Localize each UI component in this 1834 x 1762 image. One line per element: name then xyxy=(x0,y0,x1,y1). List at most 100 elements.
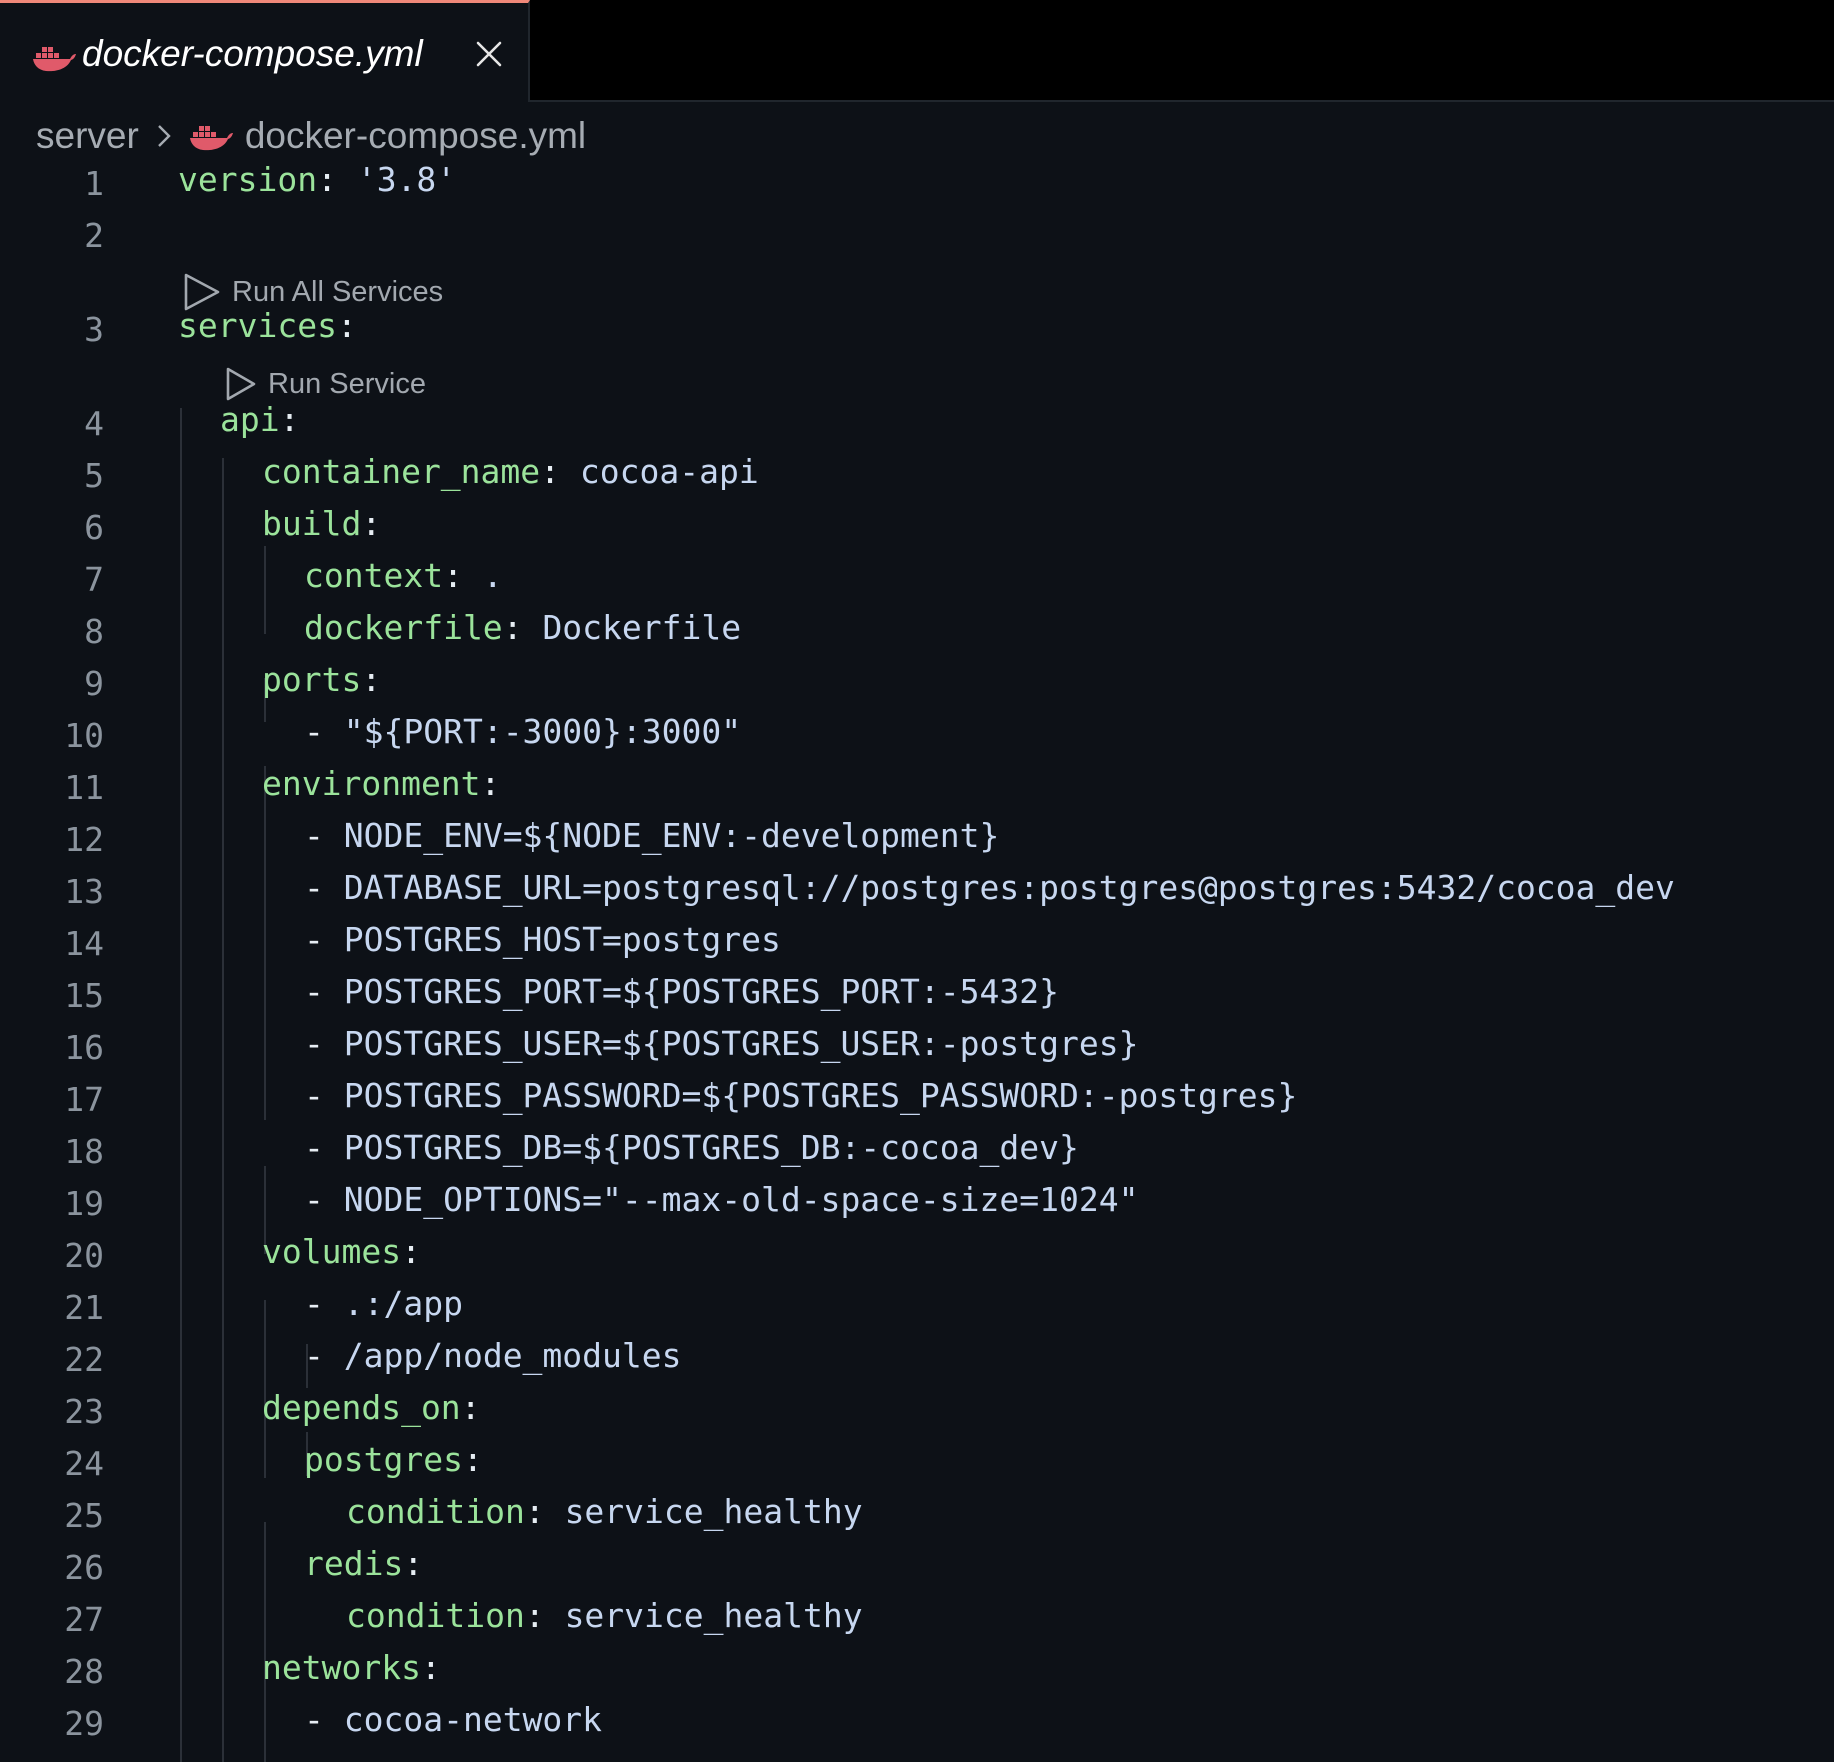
code-line[interactable]: - NODE_OPTIONS="--max-old-space-size=102… xyxy=(304,1178,1138,1222)
yaml-list-marker: - xyxy=(304,1284,344,1323)
code-line[interactable]: dockerfile: Dockerfile xyxy=(304,606,741,650)
yaml-colon: : xyxy=(336,306,357,345)
code-line[interactable]: - cocoa-network xyxy=(304,1698,602,1742)
yaml-value: service_healthy xyxy=(564,1492,863,1531)
yaml-value: /app/node_modules xyxy=(343,1336,682,1375)
code-line[interactable]: redis: xyxy=(304,1542,423,1586)
line-number: 27 xyxy=(64,1600,104,1639)
yaml-list-marker: - xyxy=(304,920,344,959)
yaml-colon: : xyxy=(502,608,543,647)
yaml-list-marker: - xyxy=(304,1076,344,1115)
yaml-value: POSTGRES_PORT=${POSTGRES_PORT:-5432} xyxy=(343,972,1059,1011)
code-line[interactable]: environment: xyxy=(262,762,500,806)
yaml-key: build xyxy=(262,504,362,543)
line-number: 18 xyxy=(64,1132,104,1171)
yaml-list-marker: - xyxy=(304,816,344,855)
yaml-key: environment xyxy=(262,764,481,803)
breadcrumb-folder[interactable]: server xyxy=(36,115,139,157)
line-number: 15 xyxy=(64,976,104,1015)
code-line[interactable]: - .:/app xyxy=(304,1282,463,1326)
yaml-value: "${PORT:-3000}:3000" xyxy=(343,712,742,751)
yaml-colon: : xyxy=(524,1596,565,1635)
yaml-key: version xyxy=(178,160,318,199)
tab-label: docker-compose.yml xyxy=(82,33,423,74)
yaml-key: redis xyxy=(304,1544,404,1583)
code-line[interactable]: - POSTGRES_DB=${POSTGRES_DB:-cocoa_dev} xyxy=(304,1126,1079,1170)
line-number: 19 xyxy=(64,1184,104,1223)
yaml-value: . xyxy=(482,556,503,595)
code-line[interactable]: - POSTGRES_HOST=postgres xyxy=(304,918,781,962)
close-icon[interactable] xyxy=(474,39,504,69)
yaml-value: DATABASE_URL=postgresql://postgres:postg… xyxy=(343,868,1675,907)
run-service-label: Run Service xyxy=(268,367,426,400)
line-number: 26 xyxy=(64,1548,104,1587)
line-number: 17 xyxy=(64,1080,104,1119)
line-number: 28 xyxy=(64,1652,104,1691)
code-line[interactable]: - POSTGRES_PASSWORD=${POSTGRES_PASSWORD:… xyxy=(304,1074,1297,1118)
yaml-list-marker: - xyxy=(304,1336,344,1375)
yaml-value: '3.8' xyxy=(356,160,457,199)
code-line[interactable]: - DATABASE_URL=postgresql://postgres:pos… xyxy=(304,866,1675,910)
code-line[interactable]: networks: xyxy=(262,1646,441,1690)
code-line[interactable]: - "${PORT:-3000}:3000" xyxy=(304,710,741,754)
code-line[interactable]: depends_on: xyxy=(262,1386,481,1430)
yaml-value: cocoa-network xyxy=(343,1700,603,1739)
code-line[interactable]: build: xyxy=(262,502,381,546)
code-line[interactable]: - /app/node_modules xyxy=(304,1334,682,1378)
chevron-right-icon xyxy=(157,125,171,147)
yaml-colon: : xyxy=(361,660,382,699)
yaml-list-marker: - xyxy=(304,868,344,907)
code-line[interactable]: postgres: xyxy=(304,1438,483,1482)
line-number: 4 xyxy=(84,404,104,443)
code-line[interactable]: - POSTGRES_PORT=${POSTGRES_PORT:-5432} xyxy=(304,970,1059,1014)
yaml-value: NODE_OPTIONS="--max-old-space-size=1024" xyxy=(343,1180,1139,1219)
line-number: 16 xyxy=(64,1028,104,1067)
code-line[interactable]: api: xyxy=(220,398,299,442)
breadcrumb-file[interactable]: docker-compose.yml xyxy=(245,115,586,157)
line-number: 2 xyxy=(84,216,104,255)
code-line[interactable]: container_name: cocoa-api xyxy=(262,450,759,494)
code-line[interactable]: - NODE_ENV=${NODE_ENV:-development} xyxy=(304,814,999,858)
code-line[interactable]: condition: service_healthy xyxy=(346,1490,863,1534)
docker-whale-icon xyxy=(189,126,233,151)
yaml-list-marker: - xyxy=(304,1180,344,1219)
code-line[interactable]: context: . xyxy=(304,554,503,598)
indent-guide xyxy=(180,408,182,1762)
line-number: 21 xyxy=(64,1288,104,1327)
yaml-key: volumes xyxy=(262,1232,402,1271)
line-number: 13 xyxy=(64,872,104,911)
tab-bar: docker-compose.yml xyxy=(0,0,1834,102)
line-number: 22 xyxy=(64,1340,104,1379)
tab-docker-compose[interactable]: docker-compose.yml xyxy=(0,0,530,102)
yaml-value: .:/app xyxy=(343,1284,463,1323)
run-service-lens[interactable]: Run Service xyxy=(224,366,426,402)
yaml-key: dockerfile xyxy=(304,608,503,647)
code-line[interactable]: - POSTGRES_USER=${POSTGRES_USER:-postgre… xyxy=(304,1022,1138,1066)
line-number: 20 xyxy=(64,1236,104,1275)
yaml-colon: : xyxy=(540,452,580,491)
line-number: 7 xyxy=(84,560,104,599)
yaml-key: context xyxy=(304,556,444,595)
yaml-colon: : xyxy=(279,400,300,439)
yaml-list-marker: - xyxy=(304,1128,344,1167)
yaml-value: POSTGRES_DB=${POSTGRES_DB:-cocoa_dev} xyxy=(343,1128,1079,1167)
line-number: 23 xyxy=(64,1392,104,1431)
line-number: 12 xyxy=(64,820,104,859)
code-line[interactable]: ports: xyxy=(262,658,381,702)
indent-guide xyxy=(264,546,266,634)
code-line[interactable]: version: '3.8' xyxy=(178,158,456,202)
yaml-value: Dockerfile xyxy=(542,608,742,647)
yaml-value: POSTGRES_USER=${POSTGRES_USER:-postgres} xyxy=(343,1024,1139,1063)
play-icon xyxy=(226,367,256,401)
code-line[interactable]: services: xyxy=(178,304,357,348)
yaml-key: ports xyxy=(262,660,362,699)
code-line[interactable]: volumes: xyxy=(262,1230,421,1274)
yaml-key: container_name xyxy=(262,452,541,491)
yaml-key: postgres xyxy=(304,1440,463,1479)
yaml-colon: : xyxy=(524,1492,565,1531)
code-line[interactable]: condition: service_healthy xyxy=(346,1594,863,1638)
yaml-key: networks xyxy=(262,1648,421,1687)
yaml-colon: : xyxy=(480,764,501,803)
line-number: 25 xyxy=(64,1496,104,1535)
yaml-value: cocoa-api xyxy=(579,452,759,491)
